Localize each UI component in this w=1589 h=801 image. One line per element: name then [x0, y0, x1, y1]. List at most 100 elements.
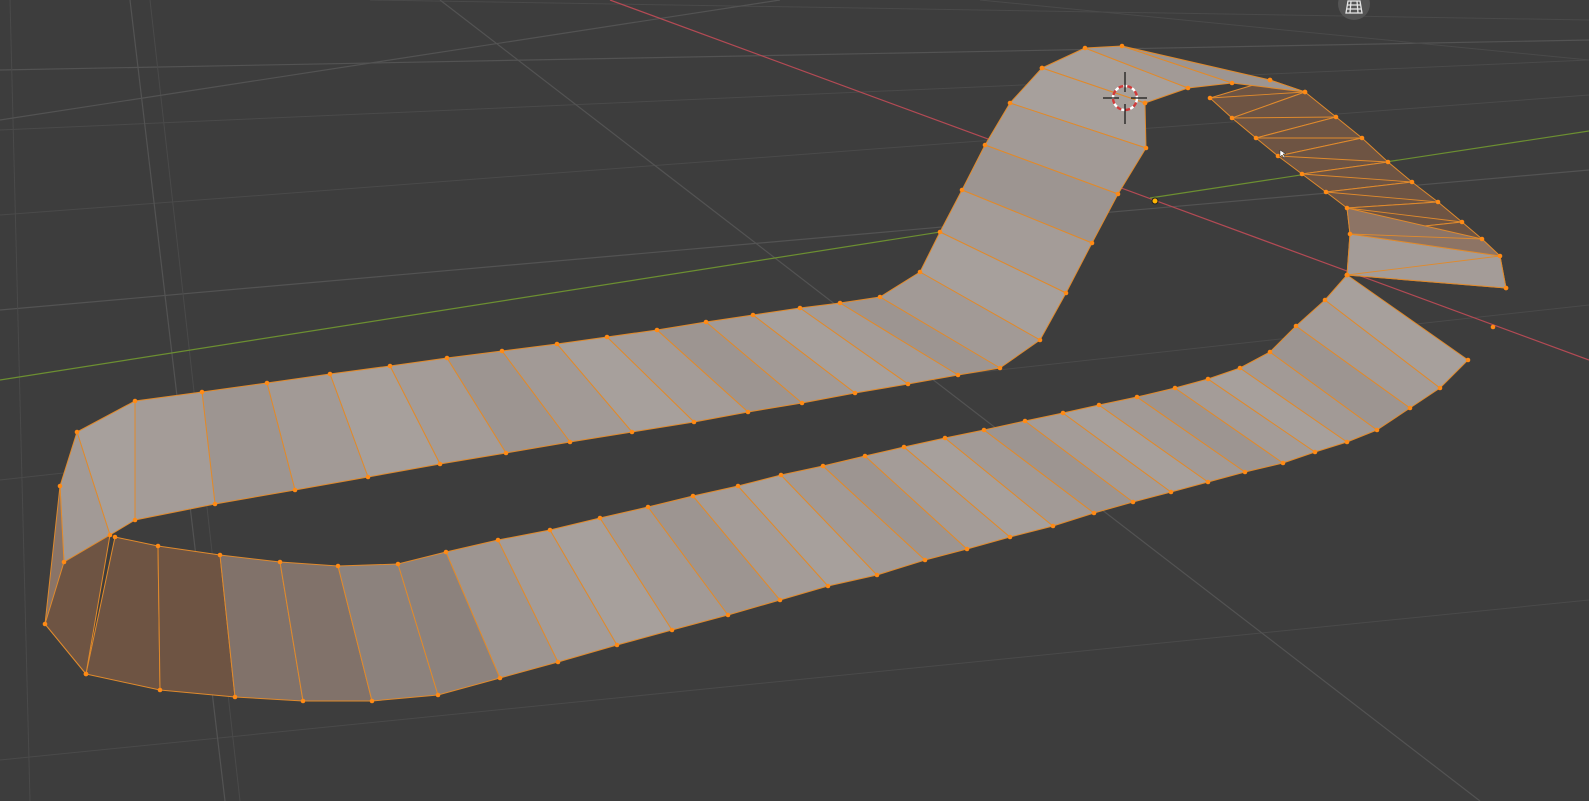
- vertex[interactable]: [1130, 499, 1136, 505]
- vertex[interactable]: [1374, 427, 1380, 433]
- vertex[interactable]: [690, 493, 696, 499]
- vertex[interactable]: [157, 687, 163, 693]
- vertex[interactable]: [1322, 297, 1328, 303]
- vertex[interactable]: [435, 692, 441, 698]
- vertex[interactable]: [387, 363, 393, 369]
- vertex[interactable]: [669, 627, 675, 633]
- vertex[interactable]: [1091, 510, 1097, 516]
- vertex[interactable]: [1205, 479, 1211, 485]
- vertex[interactable]: [554, 341, 560, 347]
- vertex[interactable]: [1205, 376, 1211, 382]
- vertex[interactable]: [917, 269, 923, 275]
- vertex[interactable]: [369, 698, 375, 704]
- vertex[interactable]: [937, 229, 943, 235]
- vertex[interactable]: [495, 537, 501, 543]
- vertex[interactable]: [1312, 449, 1318, 455]
- vertex[interactable]: [959, 187, 965, 193]
- vertex[interactable]: [645, 504, 651, 510]
- vertex[interactable]: [1242, 469, 1248, 475]
- vertex[interactable]: [942, 435, 948, 441]
- vertex[interactable]: [825, 583, 831, 589]
- vertex[interactable]: [629, 429, 635, 435]
- vertex[interactable]: [1063, 290, 1069, 296]
- vertex[interactable]: [1143, 145, 1149, 151]
- vertex[interactable]: [1119, 43, 1125, 49]
- vertex[interactable]: [799, 400, 805, 406]
- vertex[interactable]: [292, 487, 298, 493]
- vertex[interactable]: [1172, 385, 1178, 391]
- vertex[interactable]: [1039, 65, 1045, 71]
- vertex[interactable]: [155, 543, 161, 549]
- vertex[interactable]: [264, 380, 270, 386]
- vertex[interactable]: [750, 312, 756, 318]
- vertex[interactable]: [1344, 205, 1350, 211]
- vertex[interactable]: [1050, 523, 1056, 529]
- vertex[interactable]: [955, 372, 961, 378]
- vertex[interactable]: [61, 559, 67, 565]
- vertex[interactable]: [862, 453, 868, 459]
- vertex[interactable]: [74, 429, 80, 435]
- vertex[interactable]: [691, 419, 697, 425]
- vertex[interactable]: [547, 527, 553, 533]
- vertex[interactable]: [1207, 95, 1213, 101]
- vertex[interactable]: [777, 597, 783, 603]
- vertex[interactable]: [567, 439, 573, 445]
- vertex[interactable]: [797, 305, 803, 311]
- vertex[interactable]: [437, 461, 443, 467]
- vertex[interactable]: [1022, 418, 1028, 424]
- vertex[interactable]: [1323, 189, 1329, 195]
- vertex[interactable]: [1435, 199, 1441, 205]
- vertex[interactable]: [212, 501, 218, 507]
- vertex[interactable]: [83, 671, 89, 677]
- vertex[interactable]: [1229, 115, 1235, 121]
- vertex[interactable]: [555, 659, 561, 665]
- vertex[interactable]: [300, 698, 306, 704]
- vertex[interactable]: [1293, 323, 1299, 329]
- object-origin-icon[interactable]: [1151, 197, 1159, 205]
- vertex[interactable]: [1082, 45, 1088, 51]
- vertex[interactable]: [837, 300, 843, 306]
- vertex[interactable]: [444, 355, 450, 361]
- vertex[interactable]: [1385, 159, 1391, 165]
- vertex[interactable]: [1280, 460, 1286, 466]
- vertex[interactable]: [277, 559, 283, 565]
- vertex[interactable]: [877, 294, 883, 300]
- vertex[interactable]: [232, 694, 238, 700]
- vertex[interactable]: [395, 561, 401, 567]
- vertex[interactable]: [1267, 349, 1273, 355]
- vertex[interactable]: [981, 427, 987, 433]
- vertex[interactable]: [922, 557, 928, 563]
- vertex[interactable]: [654, 327, 660, 333]
- vertex[interactable]: [327, 371, 333, 377]
- vertex[interactable]: [132, 517, 138, 523]
- vertex[interactable]: [1459, 219, 1465, 225]
- vertex[interactable]: [1007, 100, 1013, 106]
- vertex[interactable]: [1275, 153, 1281, 159]
- vertex[interactable]: [1347, 231, 1353, 237]
- vertex[interactable]: [1344, 272, 1350, 278]
- vertex[interactable]: [107, 532, 113, 538]
- vertex[interactable]: [614, 642, 620, 648]
- vertex[interactable]: [901, 444, 907, 450]
- upper-ribbon-face[interactable]: [134, 391, 216, 521]
- vertex[interactable]: [57, 483, 63, 489]
- vertex[interactable]: [1465, 357, 1471, 363]
- vertex[interactable]: [1060, 410, 1066, 416]
- vertex[interactable]: [497, 675, 503, 681]
- vertex[interactable]: [1407, 405, 1413, 411]
- vertex[interactable]: [199, 389, 205, 395]
- vertex[interactable]: [217, 552, 223, 558]
- vertex[interactable]: [1115, 191, 1121, 197]
- vertex[interactable]: [1237, 365, 1243, 371]
- vertex[interactable]: [1253, 135, 1259, 141]
- ribbon-mesh[interactable]: [44, 45, 1507, 702]
- vertex[interactable]: [982, 142, 988, 148]
- vertex[interactable]: [1302, 89, 1308, 95]
- vertex[interactable]: [1333, 114, 1339, 120]
- vertex[interactable]: [820, 463, 826, 469]
- vertex[interactable]: [1185, 85, 1191, 91]
- vertex[interactable]: [745, 409, 751, 415]
- vertex[interactable]: [1267, 77, 1273, 83]
- viewport-canvas[interactable]: [0, 0, 1589, 801]
- vertex[interactable]: [1490, 324, 1496, 330]
